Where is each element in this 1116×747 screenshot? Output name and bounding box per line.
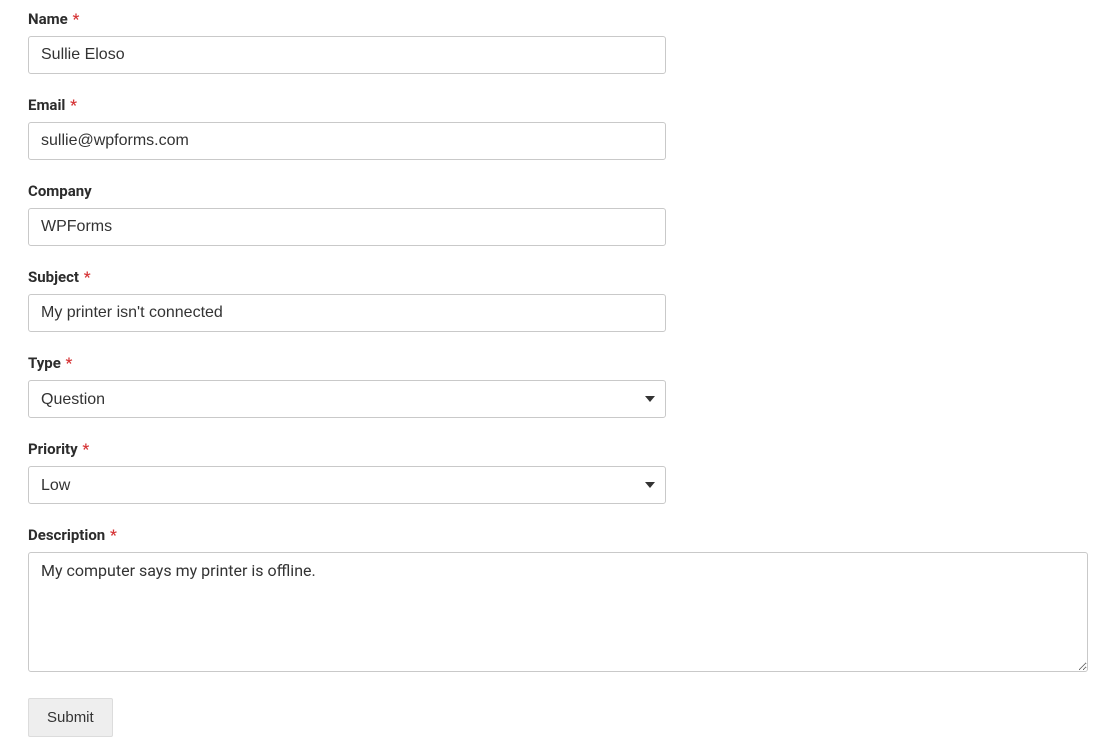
subject-field-group: Subject *: [28, 268, 1088, 332]
submit-button[interactable]: Submit: [28, 698, 113, 737]
type-field-group: Type * Question: [28, 354, 1088, 418]
type-label: Type *: [28, 354, 1088, 372]
email-label: Email *: [28, 96, 1088, 114]
description-label-text: Description: [28, 526, 105, 544]
description-textarea[interactable]: My computer says my printer is offline.: [28, 552, 1088, 672]
email-label-text: Email: [28, 96, 65, 114]
name-input[interactable]: [28, 36, 666, 74]
description-field-group: Description * My computer says my printe…: [28, 526, 1088, 676]
support-form: Name * Email * Company Subject * Type * …: [28, 10, 1088, 737]
required-mark: *: [110, 526, 117, 544]
description-label: Description *: [28, 526, 1088, 544]
company-label-text: Company: [28, 182, 92, 200]
email-input[interactable]: [28, 122, 666, 160]
priority-label: Priority *: [28, 440, 1088, 458]
company-input[interactable]: [28, 208, 666, 246]
name-label-text: Name: [28, 10, 68, 28]
priority-label-text: Priority: [28, 440, 78, 458]
name-label: Name *: [28, 10, 1088, 28]
company-field-group: Company: [28, 182, 1088, 246]
required-mark: *: [82, 440, 89, 458]
required-mark: *: [70, 96, 77, 114]
name-field-group: Name *: [28, 10, 1088, 74]
subject-input[interactable]: [28, 294, 666, 332]
priority-select[interactable]: Low: [28, 466, 666, 504]
priority-field-group: Priority * Low: [28, 440, 1088, 504]
required-mark: *: [84, 268, 91, 286]
type-label-text: Type: [28, 354, 61, 372]
email-field-group: Email *: [28, 96, 1088, 160]
required-mark: *: [72, 10, 79, 28]
company-label: Company: [28, 182, 1088, 200]
subject-label: Subject *: [28, 268, 1088, 286]
subject-label-text: Subject: [28, 268, 79, 286]
type-select[interactable]: Question: [28, 380, 666, 418]
required-mark: *: [66, 354, 73, 372]
